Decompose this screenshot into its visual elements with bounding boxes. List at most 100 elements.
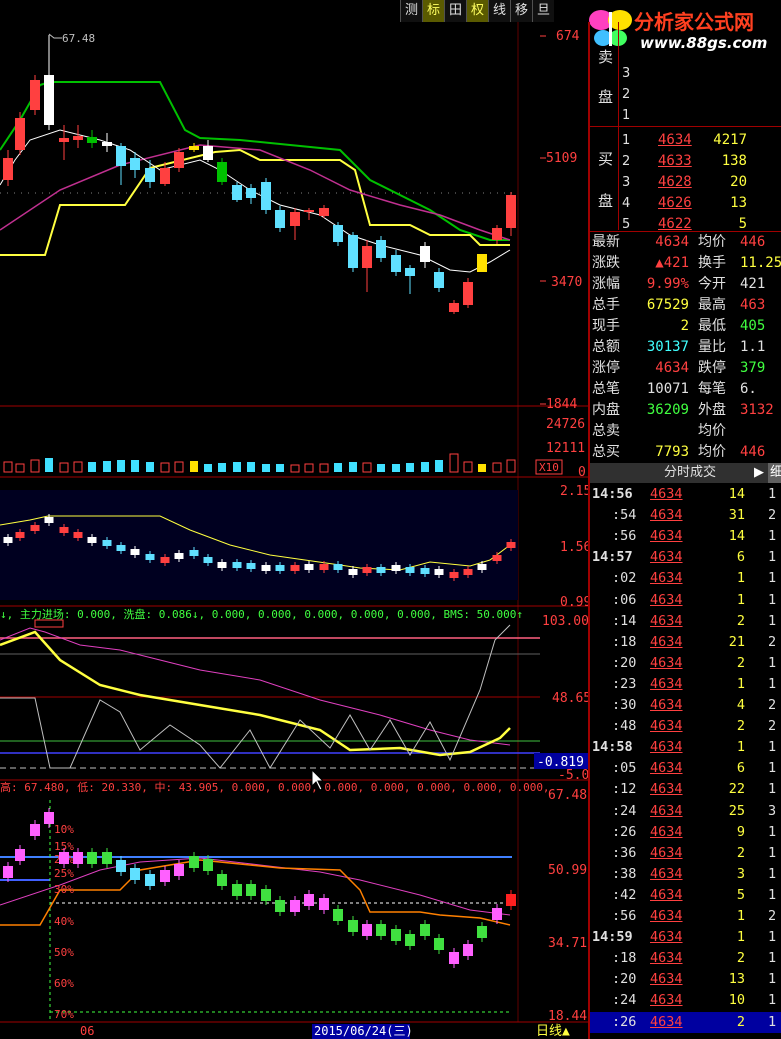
candle-body (290, 900, 300, 912)
quote-label: 涨跌 (592, 255, 620, 271)
tick-row[interactable]: :23 4634 1 1 (590, 674, 781, 695)
toolbar-btn-day[interactable]: 旦 (532, 0, 554, 22)
tick-row[interactable]: :26 4634 9 1 (590, 822, 781, 843)
tick-row[interactable]: :02 4634 1 1 (590, 568, 781, 589)
tick-count: 1 (768, 971, 777, 988)
tick-count: 1 (768, 1013, 777, 1030)
tick-time: :56 (612, 528, 637, 545)
buy-level-row[interactable]: 1 4634 4217 (590, 130, 781, 151)
toolbar-btn-mark[interactable]: 标 (422, 0, 444, 22)
volume-bar (233, 462, 241, 472)
tick-row[interactable]: :24 4634 10 1 (590, 990, 781, 1011)
tick-row[interactable]: 14:56 4634 14 1 (590, 484, 781, 505)
tick-row[interactable]: 14:59 4634 1 1 (590, 927, 781, 948)
buy-level: 1 (622, 133, 631, 148)
tick-row[interactable]: :18 4634 2 1 (590, 948, 781, 969)
candle-body (492, 228, 502, 240)
tick-row[interactable]: :26 4634 2 1 (590, 1011, 781, 1033)
ticks-header[interactable]: 分时成交 ▶ 细 (590, 463, 781, 483)
volume-bar (377, 464, 385, 472)
tick-row[interactable]: :48 4634 2 2 (590, 716, 781, 737)
tick-price: 4634 (650, 591, 683, 608)
quote-value: 11.25% (740, 255, 781, 271)
tick-row[interactable]: :54 4634 31 2 (590, 505, 781, 526)
buy-level-row[interactable]: 4 4626 13 (590, 193, 781, 214)
ticks-arrow-icon[interactable]: ▶ (754, 463, 764, 483)
tick-volume: 25 (728, 802, 745, 819)
chart-area[interactable]: 674 5109 3470 1844 67.48 24726 12111 0 X… (0, 0, 588, 1039)
tick-row[interactable]: :20 4634 13 1 (590, 969, 781, 990)
candle-body (232, 884, 242, 896)
tick-row[interactable]: :42 4634 5 1 (590, 885, 781, 906)
tick-price: 4634 (650, 971, 683, 988)
percent-label: 25% (54, 867, 74, 880)
tick-price: 4634 (650, 612, 683, 629)
volume-bar (59, 462, 69, 473)
candle-body (333, 564, 343, 570)
tick-count: 1 (768, 844, 777, 861)
toolbar-btn-measure[interactable]: 测 (400, 0, 422, 22)
toolbar-btn-grid[interactable]: 田 (444, 0, 466, 22)
quote-value: 30137 (646, 339, 689, 355)
candle-body (3, 537, 13, 543)
tick-count: 1 (768, 760, 777, 777)
quote-value: 7793 (655, 444, 689, 460)
tick-row[interactable]: :05 4634 6 1 (590, 758, 781, 779)
tick-time: :12 (612, 781, 637, 798)
candle-body (275, 210, 285, 228)
percent-label: 50% (54, 946, 74, 959)
toolbar-btn-move[interactable]: 移 (510, 0, 532, 22)
tick-price: 4634 (650, 760, 683, 777)
candle-body (174, 553, 184, 559)
sub2-magenta-line (0, 627, 511, 746)
candle-body (232, 562, 242, 568)
toolbar-btn-rights[interactable]: 权 (466, 0, 488, 22)
quote-row: 总卖 均价 (590, 421, 781, 442)
ticks-detail-tab[interactable]: 细 (768, 463, 781, 483)
tick-time: :42 (612, 886, 637, 903)
ticks-title: 分时成交 (664, 465, 717, 480)
quote-value: 446 (740, 234, 766, 250)
tick-row[interactable]: :30 4634 4 2 (590, 695, 781, 716)
candle-body (348, 569, 358, 575)
tick-count: 1 (768, 570, 777, 587)
candle-body (3, 866, 13, 878)
tick-row[interactable]: :36 4634 2 1 (590, 843, 781, 864)
buy-volume: 20 (730, 174, 747, 190)
tick-time: :56 (612, 908, 637, 924)
buy-level-row[interactable]: 3 4628 20 (590, 172, 781, 193)
tick-row[interactable]: :12 4634 22 1 (590, 779, 781, 800)
toolbar-btn-line[interactable]: 线 (488, 0, 510, 22)
quote-value: 379 (740, 360, 766, 376)
tick-time: :24 (612, 992, 637, 1009)
tick-row[interactable]: :56 4634 14 1 (590, 526, 781, 547)
candle-body (275, 900, 285, 912)
tick-time: :36 (612, 844, 637, 861)
tick-row[interactable]: :56 4634 1 2 (590, 906, 781, 927)
tick-time: 14:57 (592, 549, 633, 566)
candle-body (189, 550, 199, 556)
candle-body (87, 852, 97, 864)
tick-row[interactable]: :14 4634 2 1 (590, 611, 781, 632)
candle-body (116, 146, 126, 166)
volume-bar (463, 461, 473, 473)
tick-row[interactable]: :18 4634 21 2 (590, 632, 781, 653)
tick-row[interactable]: :06 4634 1 1 (590, 590, 781, 611)
volume-bar (160, 462, 170, 473)
quote-row: 涨幅 9.99% 今开 421 (590, 274, 781, 295)
sell-level: 3 (622, 66, 631, 81)
tick-row[interactable]: :38 4634 3 1 (590, 864, 781, 885)
tick-time: 14:58 (592, 739, 633, 756)
quote-row: 内盘 36209 外盘 3132 (590, 400, 781, 421)
candle-body (145, 168, 155, 182)
tick-row[interactable]: 14:58 4634 1 1 (590, 737, 781, 758)
tick-row[interactable]: :20 4634 2 1 (590, 653, 781, 674)
tick-volume: 3 (736, 865, 745, 882)
buy-level-row[interactable]: 2 4633 138 (590, 151, 781, 172)
volume-tick: 24726 (546, 417, 585, 432)
tick-row[interactable]: 14:57 4634 6 1 (590, 547, 781, 568)
tick-row[interactable]: :24 4634 25 3 (590, 801, 781, 822)
sub3-tick: 67.48 (548, 788, 587, 803)
candle-body (261, 565, 271, 571)
tick-price: 4634 (650, 507, 683, 524)
